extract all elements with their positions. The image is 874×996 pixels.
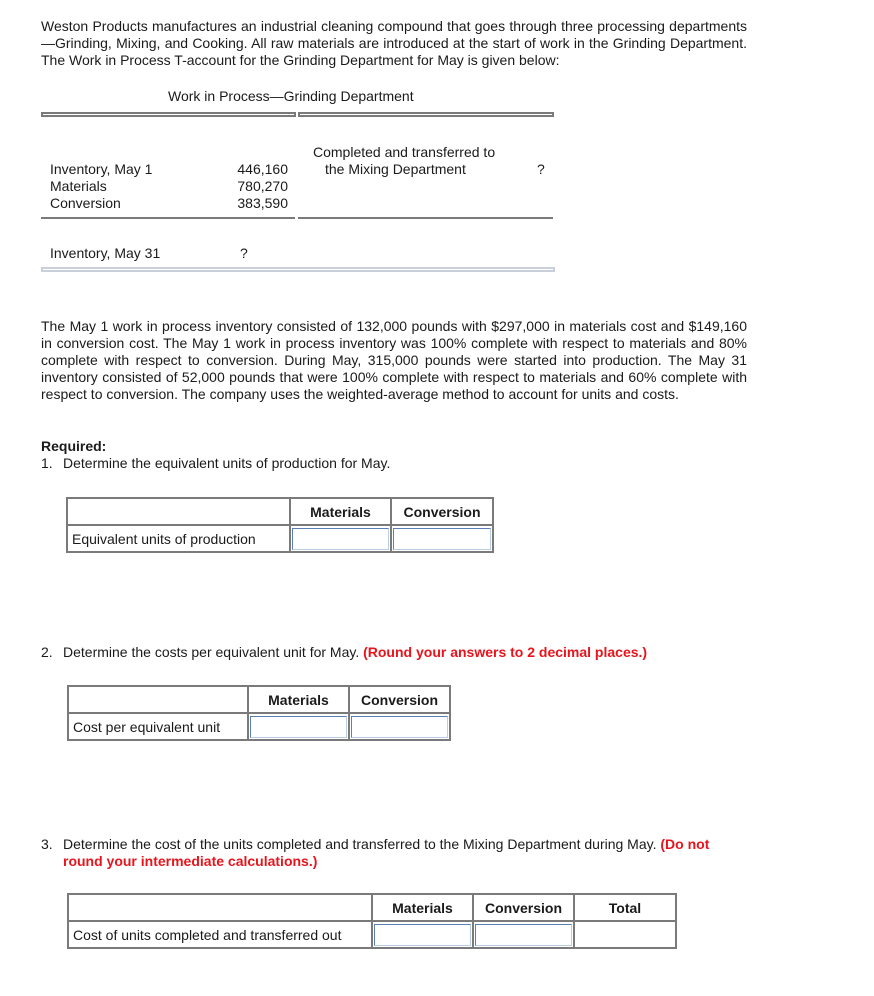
question-2-number: 2. bbox=[41, 644, 53, 660]
question-1-text: Determine the equivalent units of produc… bbox=[63, 455, 391, 471]
table-3-header-materials: Materials bbox=[371, 893, 474, 922]
table-1-row-label: Equivalent units of production bbox=[66, 524, 291, 553]
debit-label-materials: Materials bbox=[50, 178, 107, 194]
cost-per-unit-conversion-input[interactable] bbox=[351, 715, 448, 738]
table-3-row-label: Cost of units completed and transferred … bbox=[67, 920, 373, 949]
t-account-total-line-right bbox=[298, 217, 553, 219]
intro-paragraph: Weston Products manufactures an industri… bbox=[41, 18, 747, 68]
equivalent-units-conversion-input[interactable] bbox=[393, 527, 491, 550]
question-3: 3. Determine the cost of the units comple… bbox=[41, 836, 751, 870]
question-3-note-line2: round your intermediate calculations.) bbox=[63, 853, 318, 869]
credit-value-transferred: ? bbox=[537, 161, 545, 177]
question-3-number: 3. bbox=[41, 836, 53, 852]
ending-inventory-value: ? bbox=[240, 245, 248, 261]
debit-label-beginning-inventory: Inventory, May 1 bbox=[50, 161, 153, 177]
equivalent-units-materials-input[interactable] bbox=[292, 527, 389, 550]
debit-value-materials: 780,270 bbox=[237, 178, 288, 194]
cost-transferred-out-table: Materials Conversion Total Cost of units… bbox=[67, 893, 677, 949]
ending-inventory-label: Inventory, May 31 bbox=[50, 245, 161, 261]
credit-label-line1: Completed and transferred to bbox=[313, 144, 496, 160]
table-1-header-conversion: Conversion bbox=[390, 497, 494, 526]
question-3-note-line1: (Do not bbox=[660, 836, 710, 852]
question-2: 2. Determine the costs per equivalent uni… bbox=[41, 644, 751, 661]
transferred-out-materials-input[interactable] bbox=[374, 923, 471, 946]
table-2-header-materials: Materials bbox=[247, 685, 350, 714]
required-heading: Required: bbox=[41, 438, 107, 454]
question-3-text: Determine the cost of the units complete… bbox=[63, 836, 657, 852]
table-2-header-conversion: Conversion bbox=[348, 685, 451, 714]
question-1-number: 1. bbox=[41, 455, 53, 471]
t-account-bottom-border bbox=[41, 267, 555, 272]
cost-per-unit-materials-input[interactable] bbox=[250, 715, 347, 738]
question-2-note: (Round your answers to 2 decimal places.… bbox=[363, 644, 648, 660]
debit-value-conversion: 383,590 bbox=[237, 195, 288, 211]
cost-per-equivalent-unit-table: Materials Conversion Cost per equivalent… bbox=[67, 685, 451, 741]
question-1: 1. Determine the equivalent units of prod… bbox=[41, 455, 751, 472]
table-1-header-materials: Materials bbox=[289, 497, 392, 526]
equivalent-units-table: Materials Conversion Equivalent units of… bbox=[66, 497, 494, 553]
question-2-text: Determine the costs per equivalent unit … bbox=[63, 644, 360, 660]
table-2-row-label: Cost per equivalent unit bbox=[67, 712, 249, 741]
details-paragraph: The May 1 work in process inventory cons… bbox=[41, 318, 747, 402]
table-3-header-total: Total bbox=[573, 893, 677, 922]
debit-value-beginning-inventory: 446,160 bbox=[237, 161, 288, 177]
t-account-top-border-left bbox=[41, 112, 296, 117]
credit-label-transferred: Completed and transferred to the Mixing … bbox=[313, 144, 495, 178]
transferred-out-total-cell bbox=[573, 920, 677, 949]
table-1-corner bbox=[66, 497, 291, 526]
table-2-corner bbox=[67, 685, 249, 714]
t-account-title: Work in Process—Grinding Department bbox=[168, 88, 414, 104]
t-account-total-line-left bbox=[41, 217, 295, 219]
table-3-header-conversion: Conversion bbox=[472, 893, 575, 922]
table-3-corner bbox=[67, 893, 373, 922]
t-account-top-border-right bbox=[298, 112, 554, 117]
debit-label-conversion: Conversion bbox=[50, 195, 121, 211]
credit-label-line2: the Mixing Department bbox=[325, 161, 466, 177]
transferred-out-conversion-input[interactable] bbox=[475, 923, 572, 946]
